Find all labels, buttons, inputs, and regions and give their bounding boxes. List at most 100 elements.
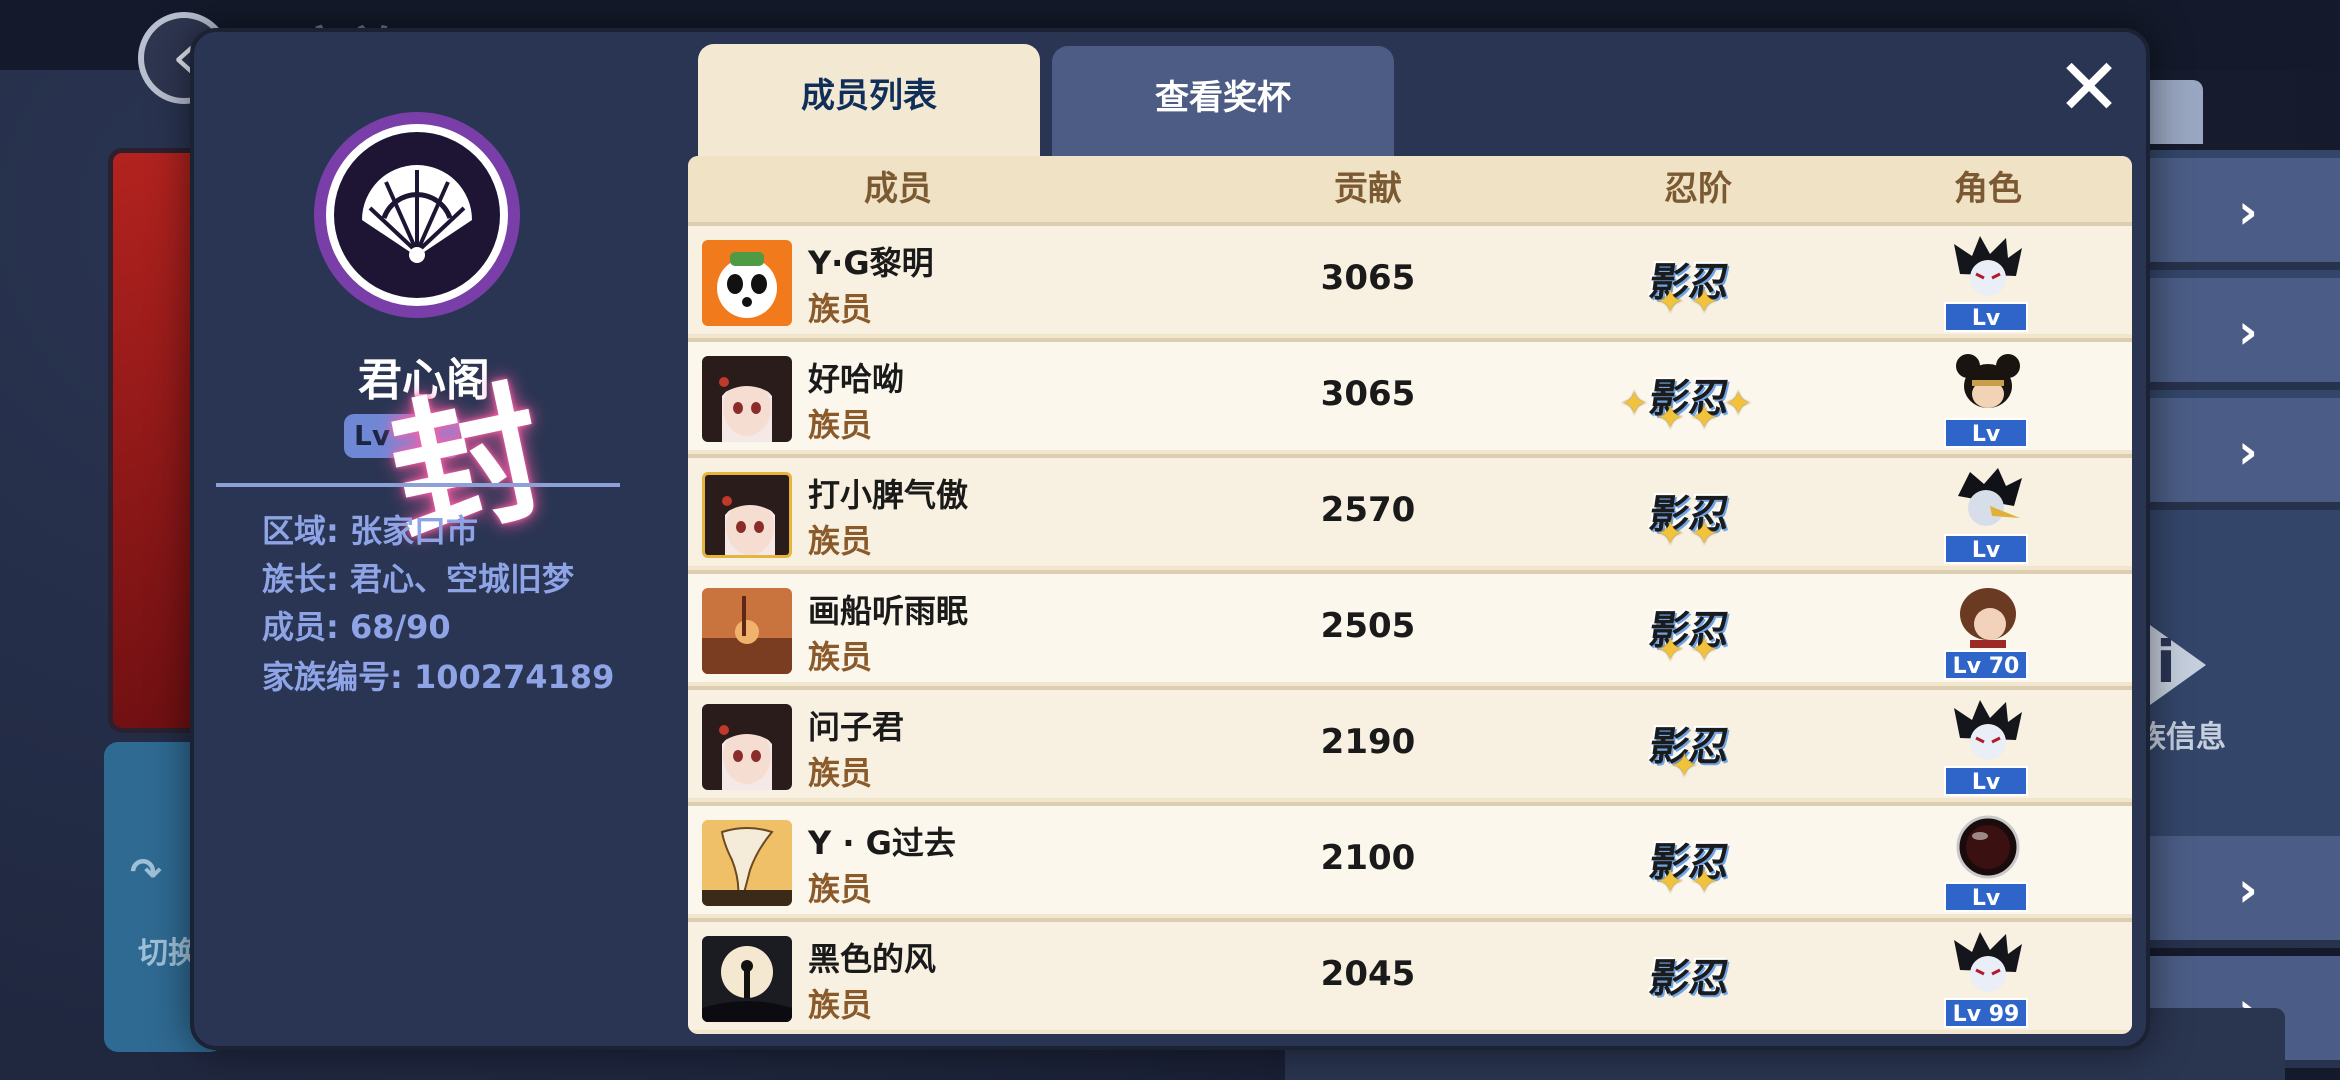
member-contribution: 2100	[1320, 838, 1416, 878]
character-portrait[interactable]	[1950, 350, 2026, 416]
character-portrait[interactable]	[1950, 466, 2026, 532]
star-icon: ✦	[1656, 630, 1685, 670]
character-level-badge: Lv 110	[1944, 302, 2028, 361]
tab-member-list[interactable]: 成员列表	[698, 44, 1040, 166]
clan-region: 区域: 张家口市	[262, 512, 478, 550]
member-contribution: 2045	[1320, 954, 1416, 994]
background-menu-row[interactable]: ›	[2148, 836, 2340, 948]
member-avatar[interactable]	[702, 588, 792, 674]
character-portrait[interactable]	[1950, 582, 2026, 648]
table-row[interactable]: 问子君 族员 2190 影忍 ✦ Lv 100	[688, 686, 2132, 825]
table-row[interactable]: Y · G过去 族员 2100 影忍 ✦✦ Lv 100	[688, 802, 2132, 941]
member-name: 好哈呦	[808, 360, 905, 398]
member-role: 族员	[808, 522, 873, 560]
member-avatar[interactable]	[702, 240, 792, 326]
column-header-rank: 忍阶	[1664, 169, 1732, 209]
clan-leaders: 族长: 君心、空城旧梦	[262, 560, 574, 598]
column-header-member: 成员	[864, 169, 932, 209]
info-icon[interactable]: i	[2156, 628, 2176, 696]
member-avatar[interactable]	[702, 356, 792, 442]
member-role: 族员	[808, 638, 873, 676]
rank-badge: 影忍 ✦ ✦	[1618, 466, 1768, 562]
member-contribution: 3065	[1320, 374, 1416, 414]
switch-label: 切换	[138, 936, 198, 971]
rank-badge: 影忍 ✦ ✦	[1618, 234, 1768, 330]
chevron-right-icon: ›	[2238, 862, 2258, 918]
fan-icon	[362, 165, 472, 263]
character-level-badge: Lv 70	[1944, 650, 2028, 680]
rank-badge: 影忍 ✦ ✦ ✦ ✦	[1618, 350, 1768, 446]
table-row[interactable]: 黑色的风 族员 2045 影忍 Lv 99	[688, 918, 2132, 1030]
member-name: 画船听雨眠	[808, 592, 969, 630]
clan-id: 家族编号: 100274189	[262, 658, 615, 696]
member-name: 问子君	[808, 708, 905, 746]
table-row[interactable]: 好哈呦 族员 3065 影忍 ✦✦✦✦ Lv 110	[688, 338, 2132, 477]
star-icon: ✦	[1724, 384, 1753, 424]
character-level-badge: Lv 99	[1944, 998, 2028, 1028]
divider	[216, 483, 620, 487]
character-level-badge: Lv 100	[1944, 766, 2028, 825]
table-header: 成员 贡献 忍阶 角色	[688, 156, 2132, 222]
character-level-badge: Lv 110	[1944, 418, 2028, 477]
close-button[interactable]: ✕	[2054, 49, 2124, 127]
character-portrait[interactable]	[1950, 930, 2026, 996]
member-contribution: 2190	[1320, 722, 1416, 762]
star-icon: ✦	[1656, 862, 1685, 902]
character-level-badge: Lv 107	[1944, 534, 2028, 593]
star-icon: ✦	[1656, 398, 1685, 438]
star-icon: ✦	[1656, 282, 1685, 322]
star-icon: ✦	[1690, 630, 1719, 670]
star-icon: ✦	[1690, 398, 1719, 438]
table-row[interactable]: Y·G黎明 族员 3065 影忍 ✦✦ Lv 110	[688, 222, 2132, 361]
background-menu-row[interactable]: ›	[2148, 278, 2340, 390]
member-name: 黑色的风	[808, 940, 937, 978]
table-row[interactable]: 画船听雨眠 族员 2505 影忍 ✦ ✦ Lv 70	[688, 570, 2132, 682]
chevron-right-icon: ›	[2238, 184, 2258, 240]
member-name: Y·G黎明	[808, 244, 934, 282]
switch-icon: ↷	[130, 850, 162, 894]
game-screen: ‹ 家族 ↷ 切换 › › › i 族信息 › ›	[0, 0, 2340, 1080]
member-name: 打小脾气傲	[808, 476, 969, 514]
clan-members-dialog: 君心阁 Lv 封 区域: 张家口市 族长: 君心、空城旧梦 成员: 68/90 …	[190, 28, 2150, 1050]
member-role: 族员	[808, 290, 873, 328]
rank-badge: 影忍	[1618, 930, 1768, 1026]
table-row[interactable]: 打小脾气傲 族员 2570 影忍 ✦✦ Lv 107	[688, 454, 2132, 593]
member-contribution: 2570	[1320, 490, 1416, 530]
member-role: 族员	[808, 870, 873, 908]
background-menu-row[interactable]: ›	[2148, 158, 2340, 270]
chevron-right-icon: ›	[2238, 424, 2258, 480]
clan-info-panel: 君心阁 Lv 封 区域: 张家口市 族长: 君心、空城旧梦 成员: 68/90 …	[194, 32, 654, 1046]
star-icon: ✦	[1690, 514, 1719, 554]
member-table: 成员 贡献 忍阶 角色 Y·G黎明 族员 3065 影忍 ✦✦ Lv 110 好…	[688, 156, 2132, 1034]
member-avatar[interactable]	[702, 820, 792, 906]
background-right-tab	[2148, 80, 2203, 144]
member-role: 族员	[808, 754, 873, 792]
tab-view-trophies[interactable]: 查看奖杯	[1052, 46, 1394, 156]
background-menu-row[interactable]: ›	[2148, 398, 2340, 510]
star-icon: ✦	[1690, 282, 1719, 322]
clan-member-count: 成员: 68/90	[262, 608, 451, 646]
member-contribution: 3065	[1320, 258, 1416, 298]
star-icon: ✦	[1670, 746, 1699, 786]
column-header-contribution: 贡献	[1334, 169, 1402, 209]
member-name: Y · G过去	[808, 824, 956, 862]
member-avatar[interactable]	[702, 472, 792, 558]
chevron-right-icon: ›	[2238, 304, 2258, 360]
column-header-character: 角色	[1954, 169, 2022, 209]
clan-emblem	[314, 112, 520, 318]
star-icon: ✦	[1656, 514, 1685, 554]
member-contribution: 2505	[1320, 606, 1416, 646]
rank-badge: 影忍 ✦ ✦	[1618, 582, 1768, 678]
character-portrait[interactable]	[1950, 698, 2026, 764]
star-icon: ✦	[1620, 384, 1649, 424]
member-avatar[interactable]	[702, 704, 792, 790]
character-portrait[interactable]	[1950, 814, 2026, 880]
member-role: 族员	[808, 986, 873, 1024]
member-role: 族员	[808, 406, 873, 444]
rank-badge: 影忍 ✦	[1618, 698, 1768, 794]
character-portrait[interactable]	[1950, 234, 2026, 300]
character-level-badge: Lv 100	[1944, 882, 2028, 941]
member-avatar[interactable]	[702, 936, 792, 1022]
rank-badge: 影忍 ✦ ✦	[1618, 814, 1768, 910]
rank-label: 影忍	[1646, 955, 1733, 1002]
